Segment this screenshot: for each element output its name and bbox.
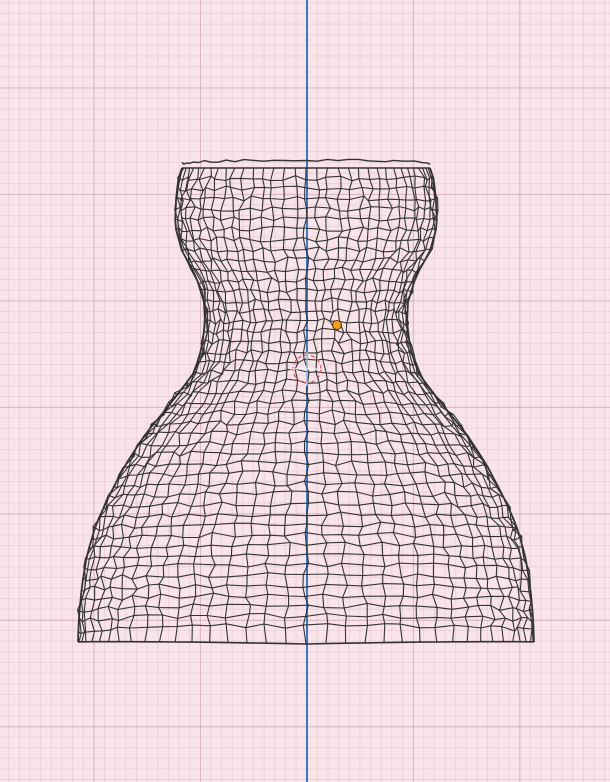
- 3d-viewport[interactable]: [0, 0, 610, 782]
- mesh-ring-edge: [181, 246, 433, 253]
- mesh-vertical-edge: [329, 167, 368, 643]
- mesh-vertical-edge: [245, 167, 284, 643]
- mesh-ring-edge: [189, 266, 420, 274]
- mesh-vertical-edge: [80, 167, 209, 642]
- mesh-ring-edge: [82, 572, 531, 582]
- object-origin-dot[interactable]: [332, 320, 342, 330]
- mesh-wire-group: [77, 158, 535, 645]
- mesh-vertical-edge: [77, 167, 208, 643]
- mesh-top-rim-edge: [181, 158, 431, 165]
- mesh-vertical-edge: [89, 167, 211, 642]
- mesh-ring-edge: [186, 256, 428, 264]
- mesh-vertical-edge: [312, 167, 329, 644]
- mesh-ring-edge: [200, 337, 412, 346]
- mesh-vertical-edge: [116, 167, 227, 642]
- mesh-vertical-edge: [337, 167, 387, 643]
- 3d-cursor-icon[interactable]: [290, 352, 324, 386]
- mesh-ring-edge: [122, 460, 488, 469]
- mesh-vertical-edge: [321, 167, 348, 644]
- mesh-ring-edge: [103, 501, 511, 511]
- dress-wireframe-mesh[interactable]: [0, 0, 610, 782]
- mesh-ring-edge: [175, 225, 437, 233]
